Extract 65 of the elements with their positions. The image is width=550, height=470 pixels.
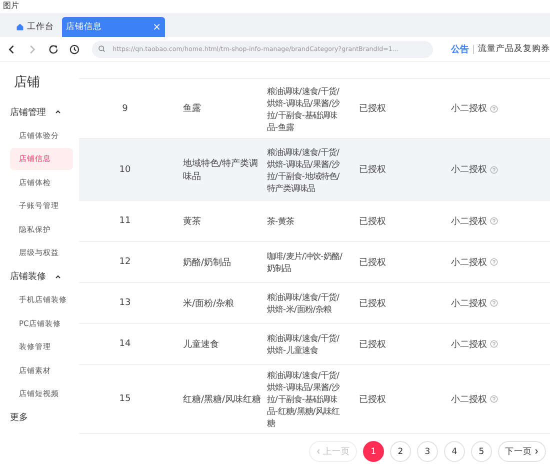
sidebar-group[interactable]: 店铺装修 — [10, 270, 46, 283]
table-cell: 红糖/黑糖/风味红糖 — [183, 394, 262, 404]
notice-text[interactable]: 流量产品及复购券 — [478, 43, 550, 55]
table-cell: 粮油调味/速食/干货/烘焙-儿童速食 — [267, 333, 340, 355]
search-icon — [98, 45, 106, 53]
history-icon[interactable] — [68, 44, 80, 54]
table-cell: 黄茶 — [183, 216, 201, 226]
table-cell: 粮油调味/速食/干货/烘焙-调味品/果酱/沙拉/干副食-基础调味品-鱼露 — [267, 86, 340, 132]
table-cell: 11 — [119, 216, 131, 226]
table-cell: 10 — [119, 164, 131, 174]
table-cell: 已授权 — [359, 165, 386, 175]
table-cell: 粮油调味/速食/干货/烘焙-调味品/果酱/沙拉/干副食-地域特色/特产类调味品 — [267, 146, 340, 192]
caption: 图片 — [2, 0, 20, 12]
help-icon[interactable] — [490, 166, 498, 174]
table-cell: 已授权 — [359, 104, 386, 114]
table-cell: 茶-黄茶 — [267, 216, 294, 226]
table-cell-text: 小二授权 — [451, 338, 487, 350]
page-button[interactable]: 3 — [417, 441, 438, 462]
table-cell: 已授权 — [359, 394, 386, 404]
table-cell-text: 小二授权 — [451, 102, 487, 115]
table-cell: 鱼露 — [183, 104, 201, 114]
help-icon[interactable] — [490, 340, 498, 348]
next-page-button[interactable]: 下一页 — [498, 441, 546, 462]
table-cell: 13 — [119, 298, 131, 308]
help-icon[interactable] — [490, 258, 498, 266]
sidebar-title: 店铺 — [14, 74, 41, 91]
table-cell: 粮油调味/速食/干货/烘焙-米/面粉/杂粮 — [267, 292, 340, 314]
table-cell-text: 小二授权 — [451, 216, 487, 228]
table-cell-text: 小二授权 — [451, 164, 487, 176]
page-button[interactable]: 2 — [390, 441, 411, 462]
table-cell: 已授权 — [359, 298, 386, 308]
chevron-left-icon — [316, 448, 321, 455]
help-icon[interactable] — [490, 395, 498, 403]
caret-icon[interactable] — [54, 272, 62, 280]
browser-tab[interactable]: 工作台 — [12, 17, 58, 37]
table-cell: 14 — [119, 339, 131, 349]
page-button[interactable]: 5 — [471, 441, 492, 462]
reload-icon[interactable] — [48, 44, 59, 54]
table-cell: 奶酪/奶制品 — [183, 258, 232, 268]
table-cell: 咖啡/麦片/冲饮-奶酪/奶制品 — [267, 251, 342, 273]
table-cell: 儿童速食 — [183, 340, 219, 350]
page-button[interactable]: 4 — [444, 441, 465, 462]
table-cell: 已授权 — [359, 258, 386, 268]
table-cell: 已授权 — [359, 340, 386, 350]
table-cell-text: 小二授权 — [451, 298, 487, 310]
table-cell-text: 小二授权 — [451, 394, 487, 406]
sidebar-more[interactable]: 更多 — [10, 411, 79, 424]
page-button[interactable]: 1 — [363, 441, 384, 462]
home-icon — [16, 23, 24, 31]
help-icon[interactable] — [490, 104, 498, 112]
table-cell: 15 — [119, 394, 131, 404]
sidebar-group[interactable]: 店铺管理 — [10, 106, 46, 118]
help-icon[interactable] — [490, 299, 498, 307]
table-cell: 12 — [119, 257, 131, 267]
table-cell: 米/面粉/杂粮 — [183, 298, 234, 308]
notice-label[interactable]: 公告 — [451, 42, 470, 56]
table-cell: 地域特色/特产类调味品 — [183, 158, 258, 182]
chevron-right-icon — [534, 448, 539, 455]
table-cell: 粮油调味/速食/干货/烘焙-调味品/果酱/沙拉/干副食-基础调味品-红糖/黑糖/风味红糖 — [267, 370, 340, 428]
help-icon[interactable] — [490, 217, 498, 225]
table-cell-text: 小二授权 — [451, 256, 487, 268]
table-cell: 已授权 — [359, 216, 386, 226]
browser-tab[interactable]: 店铺信息 × — [62, 17, 165, 37]
table-cell: 9 — [122, 104, 128, 114]
caret-icon[interactable] — [54, 108, 62, 116]
